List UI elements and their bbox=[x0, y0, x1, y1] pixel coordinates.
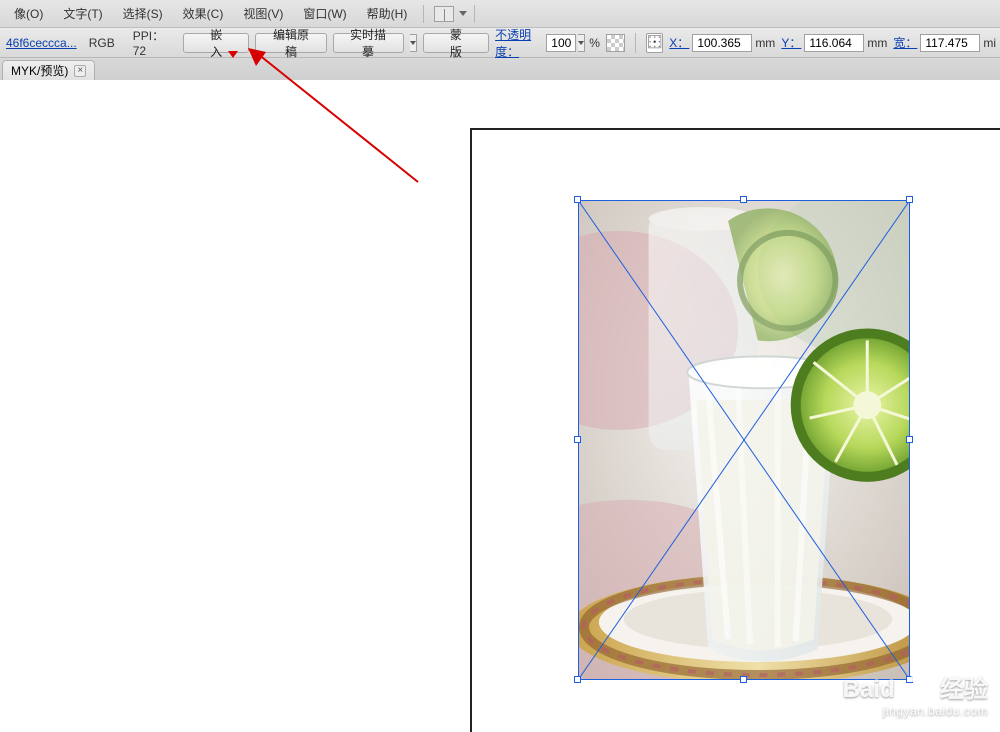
percent-sign: % bbox=[589, 36, 600, 50]
image-content bbox=[578, 200, 910, 680]
menu-view[interactable]: 视图(V) bbox=[233, 1, 293, 26]
placed-image[interactable] bbox=[578, 200, 910, 680]
selection-handle-nw[interactable] bbox=[574, 196, 581, 203]
w-unit: mi bbox=[983, 36, 996, 50]
transparency-checker-icon[interactable] bbox=[606, 34, 625, 52]
w-input[interactable]: 117.475 bbox=[920, 34, 980, 52]
opacity-input[interactable]: 100 bbox=[546, 34, 576, 52]
ppi-label: PPI：72 bbox=[127, 27, 177, 58]
menu-bar: 像(O) 文字(T) 选择(S) 效果(C) 视图(V) 窗口(W) 帮助(H) bbox=[0, 0, 1000, 28]
document-tab-bar: MYK/预览) × bbox=[0, 58, 1000, 80]
y-input[interactable]: 116.064 bbox=[804, 34, 864, 52]
document-tab-label: MYK/预览) bbox=[11, 62, 68, 79]
menu-image[interactable]: 像(O) bbox=[4, 1, 53, 26]
menu-type[interactable]: 文字(T) bbox=[53, 1, 112, 26]
menu-effect[interactable]: 效果(C) bbox=[173, 1, 234, 26]
close-icon[interactable]: × bbox=[74, 65, 86, 77]
x-position: X： 100.365 mm bbox=[669, 34, 775, 52]
selection-handle-s[interactable] bbox=[740, 676, 747, 683]
embed-button[interactable]: 嵌入 bbox=[183, 33, 250, 53]
x-unit: mm bbox=[755, 36, 775, 50]
menu-select[interactable]: 选择(S) bbox=[113, 1, 173, 26]
selection-handle-se[interactable] bbox=[906, 676, 913, 683]
width: 宽： 117.475 mi bbox=[893, 34, 996, 52]
y-label[interactable]: Y： bbox=[781, 34, 801, 51]
y-position: Y： 116.064 mm bbox=[781, 34, 887, 52]
document-tab[interactable]: MYK/预览) × bbox=[2, 60, 95, 80]
w-label[interactable]: 宽： bbox=[893, 34, 917, 51]
menu-separator bbox=[474, 5, 475, 23]
reference-point-icon[interactable] bbox=[646, 33, 663, 53]
opacity-stepper[interactable] bbox=[578, 34, 585, 52]
edit-original-button[interactable]: 编辑原稿 bbox=[255, 33, 326, 53]
control-bar: 46f6ceccca... RGB PPI：72 嵌入 编辑原稿 实时描摹 蒙版… bbox=[0, 28, 1000, 58]
live-trace-button[interactable]: 实时描摹 bbox=[333, 33, 404, 53]
arrange-documents-icon[interactable] bbox=[434, 6, 454, 22]
mask-button[interactable]: 蒙版 bbox=[423, 33, 490, 53]
selection-handle-n[interactable] bbox=[740, 196, 747, 203]
y-unit: mm bbox=[867, 36, 887, 50]
color-mode-label: RGB bbox=[83, 36, 121, 50]
control-separator bbox=[635, 33, 636, 53]
menu-window[interactable]: 窗口(W) bbox=[293, 1, 356, 26]
opacity-control: 不透明度： 100 % bbox=[495, 26, 600, 60]
x-label[interactable]: X： bbox=[669, 34, 689, 51]
opacity-label[interactable]: 不透明度： bbox=[495, 26, 544, 60]
selection-handle-e[interactable] bbox=[906, 436, 913, 443]
menu-help[interactable]: 帮助(H) bbox=[357, 1, 418, 26]
selection-handle-sw[interactable] bbox=[574, 676, 581, 683]
x-input[interactable]: 100.365 bbox=[692, 34, 752, 52]
menu-separator bbox=[423, 5, 424, 23]
linked-file-name[interactable]: 46f6ceccca... bbox=[4, 36, 77, 50]
selection-handle-ne[interactable] bbox=[906, 196, 913, 203]
live-trace-preset-dropdown[interactable] bbox=[410, 34, 417, 52]
selection-handle-w[interactable] bbox=[574, 436, 581, 443]
arrange-dropdown-icon[interactable] bbox=[458, 7, 468, 21]
